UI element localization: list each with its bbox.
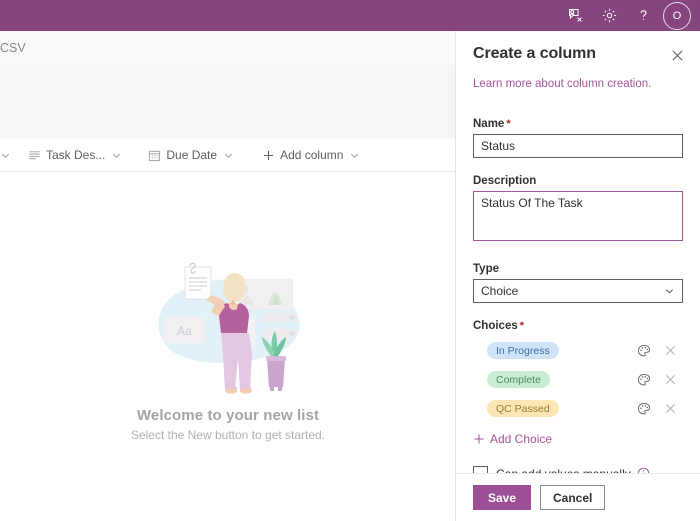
palette-icon[interactable]: [633, 340, 655, 362]
add-column-label: Add column: [280, 148, 344, 162]
add-choice-button[interactable]: Add Choice: [473, 432, 683, 446]
suite-bar: O: [0, 0, 700, 31]
type-select[interactable]: Choice: [473, 279, 683, 303]
choice-pill[interactable]: QC Passed: [487, 400, 559, 417]
empty-state-illustration: Aa: [158, 262, 300, 394]
list-subheader-area: [0, 65, 456, 139]
choices-field-label: Choices *: [473, 320, 683, 332]
add-choice-label: Add Choice: [490, 432, 553, 446]
panel-title: Create a column: [473, 45, 596, 62]
choice-row: QC Passed: [473, 394, 683, 423]
palette-icon[interactable]: [633, 369, 655, 391]
learn-more-label: Learn more about column creation.: [473, 78, 652, 90]
column-header-row: Task Des... Due Date Add column: [0, 139, 456, 172]
remove-choice-icon[interactable]: [659, 340, 681, 362]
choice-pill[interactable]: Complete: [487, 371, 550, 388]
required-asterisk: *: [519, 320, 525, 332]
help-icon[interactable]: [626, 0, 660, 31]
empty-state-subtitle: Select the New button to get started.: [130, 428, 326, 442]
remove-choice-icon[interactable]: [659, 398, 681, 420]
choice-row: Complete: [473, 365, 683, 394]
create-column-panel: Create a column Learn more about column …: [456, 31, 700, 521]
description-textarea[interactable]: [473, 191, 683, 241]
empty-state: Aa Welcome to your new list Select the N…: [0, 171, 456, 521]
name-field-label: Name *: [473, 118, 683, 130]
command-bar-truncated-label[interactable]: CSV: [0, 41, 26, 55]
save-button[interactable]: Save: [473, 485, 531, 510]
calendar-icon: [148, 149, 161, 162]
plus-icon: [262, 149, 275, 162]
type-label-text: Type: [473, 263, 499, 275]
description-field-label: Description: [473, 175, 683, 187]
choice-row: In Progress: [473, 336, 683, 365]
required-asterisk: *: [506, 118, 511, 130]
svg-text:Aa: Aa: [177, 324, 192, 338]
choices-label-text: Choices: [473, 320, 518, 332]
panel-footer: Save Cancel: [456, 473, 700, 521]
chevron-down-icon: [664, 286, 675, 297]
column-header-partial[interactable]: [0, 139, 16, 171]
chevron-down-icon: [349, 150, 360, 161]
remove-choice-icon[interactable]: [659, 369, 681, 391]
settings-gear-icon[interactable]: [592, 0, 626, 31]
choice-pill[interactable]: In Progress: [487, 342, 559, 359]
feedback-icon[interactable]: [558, 0, 592, 31]
name-label-text: Name: [473, 118, 505, 130]
text-lines-icon: [28, 149, 41, 162]
avatar[interactable]: O: [663, 1, 691, 30]
column-header-due-date[interactable]: Due Date: [148, 139, 234, 171]
type-select-value: Choice: [481, 284, 519, 298]
panel-header: Create a column: [456, 31, 700, 75]
palette-icon[interactable]: [633, 398, 655, 420]
chevron-down-icon: [111, 150, 122, 161]
close-icon[interactable]: [664, 42, 690, 68]
column-header-label: Task Des...: [46, 148, 106, 162]
add-column-button[interactable]: Add column: [262, 139, 360, 171]
type-field-label: Type: [473, 263, 683, 275]
panel-body: Name* Description Type Choice Choices* I…: [456, 101, 700, 505]
column-header-label: Due Date: [166, 148, 218, 162]
plus-icon: [473, 433, 485, 445]
cancel-button[interactable]: Cancel: [540, 485, 606, 510]
learn-more-link[interactable]: Learn more about column creation.: [456, 78, 700, 90]
description-label-text: Description: [473, 175, 537, 187]
empty-state-title: Welcome to your new list: [136, 407, 320, 424]
list-view-region: CSV Task Des... Due Date Add column Aa W…: [0, 31, 456, 521]
choices-list: In Progress Complete QC Passed: [473, 336, 683, 423]
command-bar: CSV: [0, 31, 456, 66]
name-input[interactable]: [473, 134, 683, 158]
chevron-down-icon: [0, 150, 11, 161]
chevron-down-icon: [223, 150, 234, 161]
column-header-task-description[interactable]: Task Des...: [28, 139, 122, 171]
